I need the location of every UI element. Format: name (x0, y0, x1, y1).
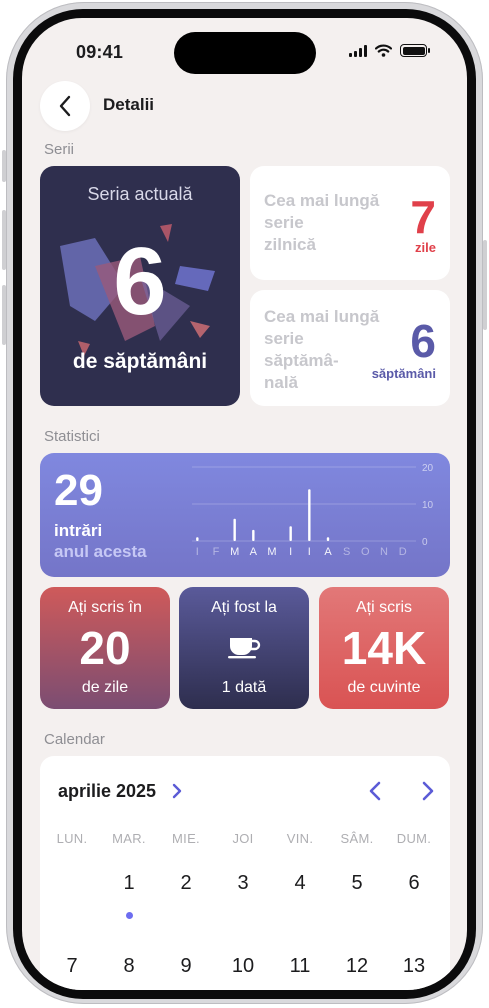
back-button[interactable] (40, 81, 90, 131)
chart-xtick-label: F (213, 546, 220, 558)
longest-daily-label: Cea mai lungă serie zilnică (264, 191, 380, 254)
current-streak-label: Seria actuală (87, 184, 193, 204)
words-bottom: de cuvinte (347, 679, 421, 696)
chart-xtick-label: N (380, 546, 388, 558)
chart-xtick-label: I (196, 546, 199, 558)
weekday-label: VIN. (286, 831, 314, 846)
visits-top: Ați fost la (211, 599, 277, 616)
cellular-signal-icon (349, 44, 367, 57)
chart-ytick-label: 20 (422, 463, 434, 474)
section-label-streaks: Serii (44, 141, 75, 158)
chart-xtick-label: M (267, 546, 276, 558)
chart-xtick-label: D (399, 546, 407, 558)
chart-xtick-label: I (308, 546, 311, 558)
weekday-label: DUM. (396, 831, 432, 846)
calendar-month-title[interactable]: aprilie 2025 (58, 781, 156, 802)
status-icons (349, 44, 430, 57)
visits-tile[interactable]: Ați fost la 1 dată (179, 587, 309, 709)
weekday-label: LUN. (56, 831, 88, 846)
calendar-day[interactable]: 1 (101, 872, 157, 895)
chevron-right-icon[interactable] (171, 781, 183, 801)
longest-daily-streak-card[interactable]: Cea mai lungă serie zilnică 7 zile (250, 166, 450, 280)
page-title: Detalii (103, 95, 155, 114)
next-month-button[interactable] (420, 780, 436, 802)
section-label-stats: Statistici (44, 428, 100, 445)
current-streak-unit: de săptămâni (72, 350, 208, 373)
calendar-card: aprilie 2025 LUN. MAR. MIE. JOI VIN. SÂM… (40, 756, 450, 990)
calendar-day[interactable]: 6 (386, 872, 442, 895)
entries-period: anul acesta (54, 542, 147, 561)
weekday-label: SÂM. (340, 831, 374, 846)
longest-weekly-unit: săptămâni (371, 366, 436, 381)
entries-bar-chart: 01020I F M A M I I A S O N D (192, 463, 434, 558)
calendar-day[interactable]: 4 (272, 872, 328, 895)
calendar-day[interactable]: 13 (386, 955, 442, 978)
chart-bar (196, 537, 199, 541)
chart-bar (326, 537, 330, 541)
days-written-tile[interactable]: Ați scris în 20 de zile (40, 587, 170, 709)
chart-ytick-label: 10 (422, 500, 434, 511)
power-button (483, 240, 487, 330)
calendar-day[interactable]: 12 (329, 955, 385, 978)
days-written-value: 20 (79, 622, 131, 674)
chart-xtick-label: I (289, 546, 292, 558)
current-streak-value: 6 (113, 228, 167, 335)
words-top: Ați scris (356, 599, 412, 616)
calendar-day[interactable]: 2 (158, 872, 214, 895)
calendar-day[interactable]: 3 (215, 872, 271, 895)
chart-bar (289, 526, 292, 541)
calendar-day[interactable]: 9 (158, 955, 214, 978)
entries-label: intrări (54, 521, 103, 540)
chart-xtick-label: M (230, 546, 239, 558)
chevron-left-icon (59, 95, 71, 117)
entries-stats-card[interactable]: 29 intrări anul acesta 0 10 20 I F M A M I I A S O N D (40, 453, 450, 577)
days-written-top: Ați scris în (68, 599, 142, 616)
chart-bar (233, 518, 236, 541)
calendar-day[interactable]: 5 (329, 872, 385, 895)
battery-icon (400, 44, 430, 57)
visits-bottom: 1 dată (221, 679, 267, 696)
days-written-bottom: de zile (81, 679, 129, 696)
weekday-label: MIE. (172, 831, 200, 846)
chart-bar (252, 529, 255, 541)
wifi-icon (375, 44, 392, 57)
weekday-label: JOI (232, 831, 254, 846)
entries-value: 29 (54, 466, 103, 515)
calendar-day[interactable]: 11 (272, 955, 328, 978)
longest-daily-unit: zile (415, 240, 436, 255)
chart-xtick-label: A (250, 546, 258, 558)
chart-ytick-label: 0 (422, 537, 428, 548)
longest-daily-value: 7 (410, 191, 436, 243)
longest-weekly-value: 6 (410, 315, 436, 367)
words-value: 14K (341, 622, 427, 674)
dynamic-island (174, 32, 316, 74)
coffee-cup-icon (228, 638, 261, 659)
entry-marker-dot (126, 912, 133, 919)
chart-xtick-label: S (343, 546, 350, 558)
calendar-day[interactable]: 7 (44, 955, 100, 978)
calendar-day[interactable]: 8 (101, 955, 157, 978)
weekday-label: MAR. (112, 831, 146, 846)
chart-xtick-label: O (361, 546, 370, 558)
previous-month-button[interactable] (367, 780, 383, 802)
screen: 09:41 Detalii Serii Seria actuală 6 de s… (22, 18, 467, 990)
status-time: 09:41 (76, 42, 124, 62)
chart-bar (308, 489, 311, 541)
longest-weekly-streak-card[interactable]: Cea mai lungă serie săptămâ- nală 6 săpt… (250, 290, 450, 406)
section-label-calendar: Calendar (44, 731, 105, 748)
chart-xtick-label: A (324, 546, 332, 558)
words-tile[interactable]: Ați scris 14K de cuvinte (319, 587, 449, 709)
current-streak-card[interactable]: Seria actuală 6 de săptămâni (40, 166, 240, 406)
calendar-day[interactable]: 10 (215, 955, 271, 978)
